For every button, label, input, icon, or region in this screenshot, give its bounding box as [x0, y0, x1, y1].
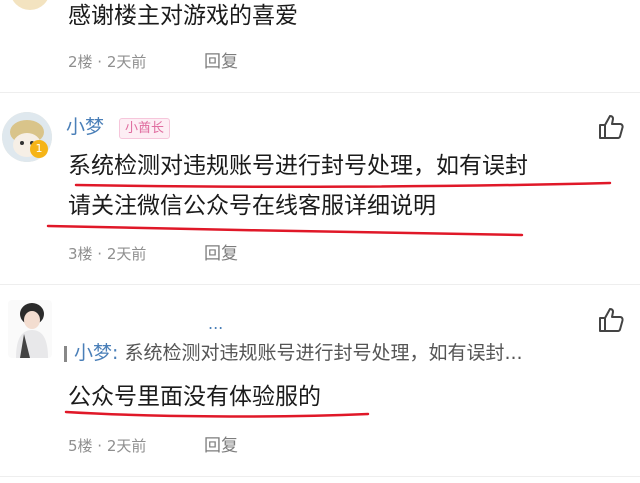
quote-bar: [64, 346, 67, 362]
divider: [0, 476, 640, 477]
quoted-reply[interactable]: 小梦: 系统检测对违规账号进行封号处理，如有误封...: [74, 340, 622, 366]
reply-button[interactable]: 回复: [204, 436, 238, 456]
avatar-image: [16, 303, 48, 358]
floor-time: 3楼 · 2天前: [68, 245, 147, 263]
divider: [0, 284, 640, 285]
reply-button[interactable]: 回复: [204, 244, 238, 264]
username[interactable]: ...: [208, 312, 223, 336]
floor-time: 5楼 · 2天前: [68, 437, 147, 455]
quoted-username[interactable]: 小梦:: [74, 342, 118, 364]
quoted-text: 系统检测对违规账号进行封号处理，如有误封...: [118, 342, 523, 364]
like-icon[interactable]: [596, 305, 626, 335]
comment-text: 公众号里面没有体验服的: [68, 384, 321, 410]
avatar[interactable]: [8, 300, 52, 358]
